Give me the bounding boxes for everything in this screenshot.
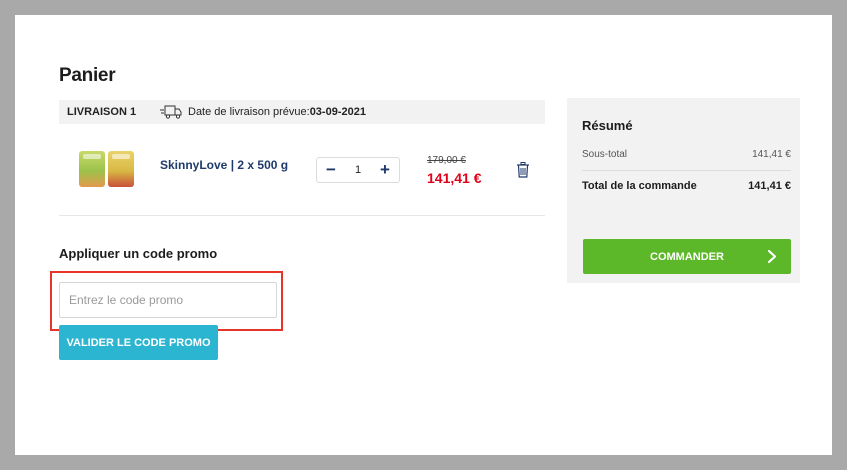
order-button-label: COMMANDER: [650, 250, 724, 263]
total-row: Total de la commande 141,41 €: [582, 180, 791, 192]
delivery-text: Date de livraison prévue:: [188, 106, 310, 118]
delivery-date: 03-09-2021: [309, 106, 366, 118]
promo-code-input[interactable]: [59, 282, 277, 318]
subtotal-label: Sous-total: [582, 149, 628, 160]
total-label: Total de la commande: [582, 180, 697, 192]
truck-icon: [160, 105, 182, 119]
order-summary: Résumé Sous-total 141,41 € Total de la c…: [567, 98, 800, 283]
summary-title: Résumé: [582, 118, 633, 133]
delivery-label: LIVRAISON 1: [67, 106, 137, 118]
old-price: 179,00 €: [427, 155, 466, 166]
product-jar-yellow: [108, 151, 134, 187]
quantity-value[interactable]: 1: [345, 164, 371, 176]
delivery-bar: LIVRAISON 1 Date de livraison prévue: 03…: [59, 100, 545, 124]
subtotal-value: 141,41 €: [752, 149, 791, 160]
product-name-link[interactable]: SkinnyLove | 2 x 500 g: [160, 158, 288, 172]
cart-page: Panier LIVRAISON 1 Date de livraison pré…: [15, 15, 832, 455]
new-price: 141,41 €: [427, 170, 482, 186]
order-button[interactable]: COMMANDER: [583, 239, 791, 274]
apply-promo-button[interactable]: VALIDER LE CODE PROMO: [59, 325, 218, 360]
trash-icon[interactable]: [516, 162, 530, 178]
decrement-button[interactable]: −: [317, 157, 345, 183]
increment-button[interactable]: +: [371, 157, 399, 183]
promo-title: Appliquer un code promo: [59, 246, 218, 261]
subtotal-row: Sous-total 141,41 €: [582, 149, 791, 171]
total-value: 141,41 €: [748, 180, 791, 192]
product-image[interactable]: [79, 151, 135, 187]
quantity-stepper: − 1 +: [316, 157, 400, 183]
chevron-right-icon: [767, 249, 777, 264]
product-jar-green: [79, 151, 105, 187]
cart-item-row: SkinnyLove | 2 x 500 g − 1 + 179,00 € 14…: [59, 140, 545, 216]
page-title: Panier: [59, 65, 116, 86]
